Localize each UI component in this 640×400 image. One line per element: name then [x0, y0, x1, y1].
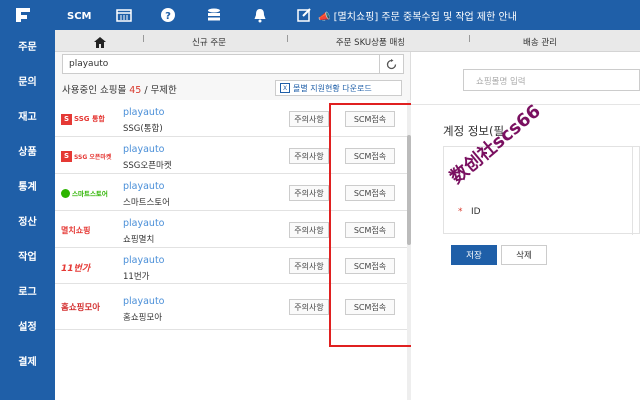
shop-logo: 멸치쇼핑 [61, 225, 91, 235]
download-support-button[interactable]: X 몰별 지원현황 다운로드 [275, 80, 402, 96]
warning-button[interactable]: 주의사항 [289, 111, 329, 127]
shop-logo: 스마트스토어 [61, 184, 117, 202]
save-button[interactable]: 저장 [451, 245, 497, 265]
shop-market-name: 홈쇼핑모아 [123, 313, 163, 323]
edit-icon[interactable] [296, 7, 312, 23]
shop-market-name: SSG오픈마켓 [123, 161, 172, 171]
shop-search-input[interactable]: playauto [62, 54, 404, 74]
tab-shipping[interactable]: 배송 관리 [465, 32, 615, 52]
shop-account-name: playauto [123, 181, 165, 192]
shop-account-name: playauto [123, 107, 165, 118]
shop-logo: 홈쇼핑모아 [61, 303, 101, 313]
shop-account-name: playauto [123, 218, 165, 229]
help-icon[interactable]: ? [160, 7, 176, 23]
notice-text[interactable]: 📣 [멸치쇼핑] 주문 중복수집 및 작업 제한 안내 [318, 8, 517, 23]
form-cell [632, 147, 640, 235]
sidebar-item-log[interactable]: 로그 [0, 275, 55, 305]
sidebar-item-product[interactable]: 상품 [0, 135, 55, 165]
warning-button[interactable]: 주의사항 [289, 299, 329, 315]
warning-button[interactable]: 주의사항 [289, 258, 329, 274]
refresh-button[interactable] [379, 55, 403, 73]
scm-menu[interactable]: SCM [67, 8, 92, 24]
pin-icon [287, 35, 292, 42]
delete-button[interactable]: 삭제 [501, 245, 547, 265]
sidebar-item-task[interactable]: 작업 [0, 240, 55, 270]
shop-market-name: SSG(통합) [123, 124, 163, 134]
shop-name-input[interactable]: 쇼핑몰명 입력 [463, 69, 640, 91]
id-label: ID [471, 207, 481, 217]
megaphone-icon: 📣 [318, 12, 331, 23]
sidebar-item-settings[interactable]: 설정 [0, 310, 55, 340]
sidebar-item-order[interactable]: 주문 [0, 30, 55, 60]
home-icon [94, 36, 106, 48]
sidebar-item-stats[interactable]: 통계 [0, 170, 55, 200]
tab-home[interactable] [80, 32, 120, 52]
warning-button[interactable]: 주의사항 [289, 185, 329, 201]
sidebar-item-inquiry[interactable]: 문의 [0, 65, 55, 95]
tab-sku-matching[interactable]: 주문 SKU상품 매칭 [283, 32, 458, 52]
pin-icon [143, 35, 148, 42]
tab-bar: 신규 주문 주문 SKU상품 매칭 배송 관리 [55, 30, 640, 52]
shop-market-name: 쇼핑멸치 [123, 235, 155, 245]
app-logo-icon[interactable] [13, 6, 33, 24]
warning-button[interactable]: 주의사항 [289, 222, 329, 238]
sidebar-item-inventory[interactable]: 재고 [0, 100, 55, 130]
shop-logo: S SSG 통합 [61, 110, 117, 128]
refresh-icon [386, 58, 397, 69]
calendar-icon[interactable] [116, 7, 132, 23]
sidebar: 주문 문의 재고 상품 통계 정산 작업 로그 설정 결제 [0, 30, 55, 400]
shop-market-name: 11번가 [123, 272, 150, 282]
sidebar-item-settlement[interactable]: 정산 [0, 205, 55, 235]
shop-account-name: playauto [123, 296, 165, 307]
shop-logo: S SSG 오픈마켓 [61, 147, 117, 165]
shop-count-summary: 사용중인 쇼핑몰 45 / 무제한 [62, 85, 177, 96]
required-mark: * [458, 207, 463, 217]
pin-icon [469, 35, 474, 42]
shop-account-name: playauto [123, 144, 165, 155]
shop-account-name: playauto [123, 255, 165, 266]
bell-icon[interactable] [252, 7, 268, 23]
database-icon[interactable] [206, 7, 222, 23]
top-bar: SCM ? 📣 [멸치쇼핑] 주문 중복수집 및 작업 제한 안내 [0, 0, 640, 30]
highlight-box [329, 103, 421, 347]
sidebar-item-payment[interactable]: 결제 [0, 345, 55, 375]
excel-icon: X [280, 83, 290, 93]
warning-button[interactable]: 주의사항 [289, 148, 329, 164]
svg-text:?: ? [165, 11, 171, 22]
shop-logo: 11번가 [61, 263, 91, 274]
tab-new-order[interactable]: 신규 주문 [139, 32, 279, 52]
shop-market-name: 스마트스토어 [123, 198, 170, 208]
